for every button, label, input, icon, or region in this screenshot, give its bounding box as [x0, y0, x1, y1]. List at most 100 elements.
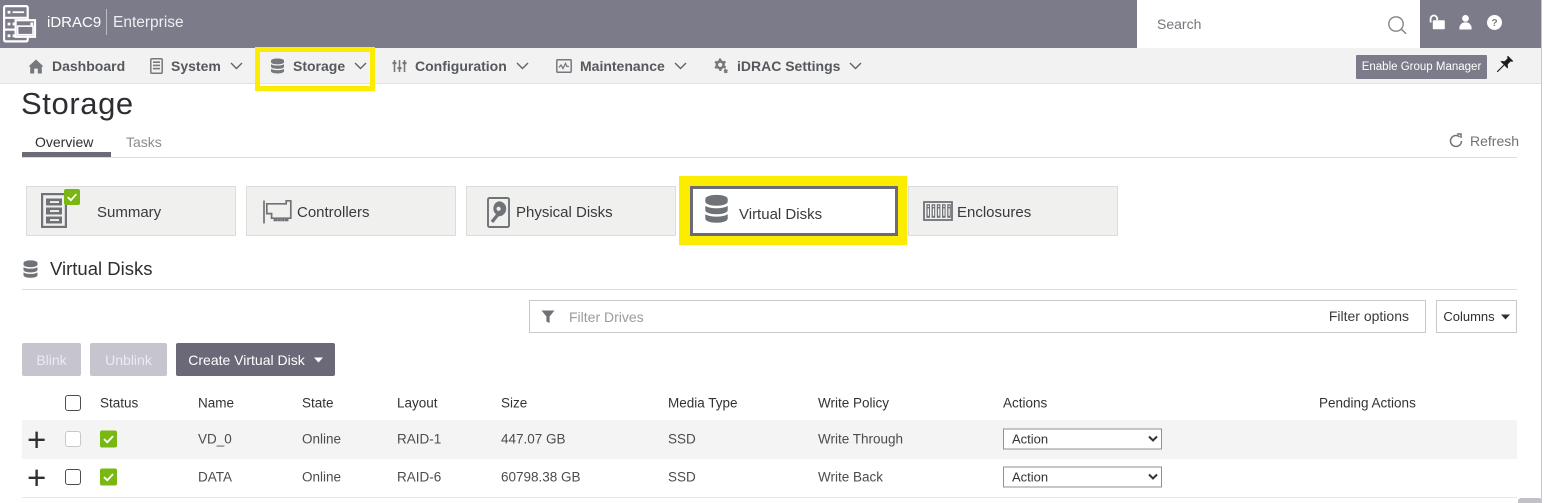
virtual-disks-icon — [704, 194, 729, 225]
col-header-state: State — [302, 396, 334, 411]
filter-funnel-icon — [541, 310, 555, 324]
cell-media-type: SSD — [668, 431, 696, 446]
enable-group-manager-button[interactable]: Enable Group Manager — [1356, 55, 1487, 79]
right-edge-border — [1541, 0, 1542, 503]
row-status-ok-badge — [100, 469, 117, 486]
nav-storage[interactable]: Storage — [270, 48, 367, 84]
enclosures-icon — [923, 201, 953, 221]
status-ok-badge — [64, 189, 80, 205]
refresh-button[interactable]: Refresh — [1448, 133, 1519, 149]
unlock-icon[interactable] — [1429, 14, 1446, 30]
page-title: Storage — [21, 86, 134, 122]
cell-write-policy: Write Back — [818, 470, 883, 485]
section-title: Virtual Disks — [50, 258, 152, 280]
app-header: iDRAC9 Enterprise ? — [0, 0, 1541, 48]
nav-maintenance[interactable]: Maintenance — [556, 48, 687, 84]
tab-overview[interactable]: Overview — [35, 134, 93, 150]
nav-configuration[interactable]: Configuration — [392, 48, 529, 84]
nav-idrac-settings[interactable]: iDRAC Settings — [713, 48, 862, 84]
cell-state: Online — [302, 431, 341, 446]
nav-system[interactable]: System — [150, 48, 243, 84]
row-checkbox[interactable] — [65, 469, 81, 485]
cell-actions: Action — [1003, 428, 1162, 449]
col-header-pending-actions: Pending Actions — [1319, 396, 1416, 411]
section-divider — [22, 289, 1517, 290]
card-summary[interactable]: Summary — [26, 186, 236, 236]
blink-button[interactable]: Blink — [22, 343, 81, 376]
help-glyph: ? — [1491, 18, 1497, 29]
tab-tasks[interactable]: Tasks — [126, 134, 162, 150]
gear-icon — [713, 58, 729, 74]
tabs-divider — [22, 157, 1517, 158]
create-virtual-disk-label: Create Virtual Disk — [188, 352, 304, 368]
filter-options-link[interactable]: Filter options — [1329, 308, 1409, 324]
refresh-label: Refresh — [1470, 133, 1519, 149]
physical-disks-icon — [487, 197, 510, 228]
brand-name: iDRAC9 — [47, 14, 101, 31]
select-all-checkbox[interactable] — [65, 395, 81, 411]
cell-size: 60798.38 GB — [501, 470, 581, 485]
idrac-app: iDRAC9 Enterprise ? Dashboa — [0, 0, 1545, 503]
card-label: Virtual Disks — [739, 206, 822, 223]
card-controllers[interactable]: Controllers — [246, 186, 456, 236]
columns-label: Columns — [1443, 309, 1494, 324]
search-box — [1137, 0, 1420, 48]
user-icon[interactable] — [1459, 15, 1472, 30]
caret-down-icon — [1501, 314, 1510, 320]
columns-button[interactable]: Columns — [1436, 300, 1517, 333]
expand-row-button[interactable]: + — [27, 468, 46, 488]
home-icon — [28, 59, 44, 74]
nav-label: iDRAC Settings — [737, 58, 840, 74]
cell-state: Online — [302, 470, 341, 485]
system-icon — [150, 58, 163, 74]
help-icon[interactable]: ? — [1487, 15, 1502, 30]
chevron-down-icon — [674, 62, 687, 70]
chevron-down-icon — [354, 62, 367, 70]
cell-layout: RAID-1 — [397, 431, 441, 446]
brand-edition: Enterprise — [113, 14, 184, 32]
col-header-status: Status — [100, 396, 138, 411]
pin-icon[interactable] — [1497, 56, 1515, 77]
cell-actions: Action — [1003, 467, 1162, 488]
row-checkbox[interactable] — [65, 431, 81, 447]
chevron-down-icon — [516, 62, 529, 70]
card-virtual-disks[interactable]: Virtual Disks — [690, 186, 898, 236]
nav-dashboard[interactable]: Dashboard — [28, 48, 125, 84]
card-physical-disks[interactable]: Physical Disks — [466, 186, 676, 236]
col-header-media-type: Media Type — [668, 396, 738, 411]
table-header-row: Status Name State Layout Size Media Type… — [22, 388, 1517, 420]
idrac-logo-icon — [3, 5, 39, 45]
filter-drives-input[interactable] — [569, 301, 1249, 332]
card-enclosures[interactable]: Enclosures — [908, 186, 1118, 236]
cell-layout: RAID-6 — [397, 470, 441, 485]
row-action-select[interactable]: Action — [1003, 467, 1162, 488]
card-label: Physical Disks — [516, 204, 613, 221]
chevron-down-icon — [230, 62, 243, 70]
expand-row-button[interactable]: + — [27, 430, 46, 450]
cell-name: DATA — [198, 470, 232, 485]
cell-media-type: SSD — [668, 470, 696, 485]
col-header-actions: Actions — [1003, 396, 1047, 411]
card-label: Controllers — [297, 204, 370, 221]
filter-bar: Filter options — [529, 300, 1426, 333]
nav-label: Maintenance — [580, 58, 665, 74]
search-icon[interactable] — [1388, 16, 1407, 34]
create-virtual-disk-button[interactable]: Create Virtual Disk — [176, 343, 335, 376]
table-row-data: + DATA Online RAID-6 60798.38 GB SSD Wri… — [22, 459, 1517, 498]
scrollbar-thumb[interactable] — [1518, 498, 1542, 503]
controllers-icon — [263, 199, 292, 225]
storage-icon — [270, 58, 285, 74]
configuration-icon — [392, 58, 407, 74]
maintenance-icon — [556, 59, 572, 73]
virtual-disks-section-header: Virtual Disks — [22, 258, 152, 280]
search-input[interactable] — [1137, 0, 1420, 48]
card-label: Enclosures — [957, 204, 1031, 221]
chevron-down-icon — [849, 62, 862, 70]
nav-label: Storage — [293, 58, 345, 74]
unblink-button[interactable]: Unblink — [90, 343, 167, 376]
refresh-icon — [1448, 133, 1464, 149]
cell-write-policy: Write Through — [818, 431, 903, 446]
row-status-ok-badge — [100, 430, 117, 447]
brand-separator — [106, 9, 107, 35]
row-action-select[interactable]: Action — [1003, 428, 1162, 449]
